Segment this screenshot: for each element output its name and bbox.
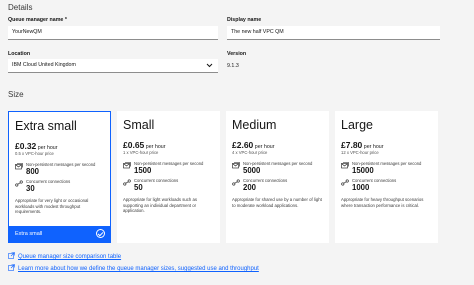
chevron-down-icon: [206, 59, 213, 78]
size-name: Extra small: [15, 119, 77, 133]
location-value: IBM Cloud United Kingdom: [12, 62, 76, 68]
connections-value: 50: [134, 183, 143, 192]
messages-value: 800: [26, 167, 40, 176]
queue-manager-name-input[interactable]: YourNewQM: [8, 26, 218, 40]
size-description: Appropriate for light workloads such as …: [123, 197, 198, 214]
connection-icon: [123, 179, 131, 186]
display-name-value: The new half VPC QM: [231, 29, 284, 35]
launch-icon: [8, 252, 15, 259]
version-label: Version: [227, 51, 247, 57]
envelope-stack-icon: [123, 162, 131, 169]
size-card-large[interactable]: Large £7.80 per hour 12 x VPC-hour price…: [335, 111, 438, 243]
size-description: Appropriate for heavy throughput scenari…: [341, 197, 424, 208]
size-price: £2.60 per hour: [232, 140, 274, 150]
size-card-medium[interactable]: Medium £2.60 per hour 4 x VPC-hour price…: [226, 111, 329, 243]
selected-footer: Extra small: [9, 226, 110, 242]
queue-manager-name-label: Queue manager name *: [8, 17, 67, 23]
connection-icon: [341, 179, 349, 186]
envelope-stack-icon: [341, 162, 349, 169]
connections-value: 30: [26, 184, 35, 193]
size-name: Medium: [232, 118, 277, 132]
size-description: Appropriate for very light or occasional…: [15, 198, 89, 215]
size-price: £0.32 per hour: [15, 141, 57, 151]
vpc-multiplier: 12 x VPC-hour price: [341, 150, 379, 155]
size-name: Large: [341, 118, 373, 132]
vpc-multiplier: 4 x VPC-hour price: [232, 150, 268, 155]
size-card-extra-small[interactable]: Extra small £0.32 per hour 0.5 x VPC-hou…: [8, 111, 111, 243]
size-name: Small: [123, 118, 155, 132]
learn-more-link-text: Learn more about how we define the queue…: [18, 266, 259, 272]
price-value: £0.65: [123, 140, 145, 150]
location-select[interactable]: IBM Cloud United Kingdom: [8, 59, 218, 73]
size-description: Appropriate for shared use by a number o…: [232, 197, 322, 208]
size-price: £7.80 per hour: [341, 140, 383, 150]
learn-more-link[interactable]: Learn more about how we define the queue…: [8, 264, 259, 272]
vpc-multiplier: 1 x VPC-hour price: [123, 150, 159, 155]
connection-icon: [15, 180, 23, 187]
envelope-stack-icon: [232, 162, 240, 169]
envelope-stack-icon: [15, 163, 23, 170]
location-label: Location: [8, 51, 31, 57]
comparison-table-link[interactable]: Queue manager size comparison table: [8, 252, 121, 260]
checkmark-icon: [96, 229, 105, 238]
size-heading: Size: [8, 90, 24, 99]
selected-footer-label: Extra small: [15, 231, 43, 237]
messages-value: 15000: [352, 166, 374, 175]
display-name-label: Display name: [227, 17, 262, 23]
queue-manager-name-value: YourNewQM: [12, 29, 42, 35]
price-value: £7.80: [341, 140, 363, 150]
size-card-small[interactable]: Small £0.65 per hour 1 x VPC-hour price …: [117, 111, 220, 243]
vpc-multiplier: 0.5 x VPC-hour price: [15, 151, 54, 156]
version-value: 9.1.3: [227, 63, 239, 69]
details-heading: Details: [8, 3, 33, 12]
messages-value: 1500: [134, 166, 152, 175]
display-name-input[interactable]: The new half VPC QM: [227, 26, 440, 40]
launch-icon: [8, 264, 15, 271]
connections-value: 200: [243, 183, 257, 192]
messages-value: 5000: [243, 166, 261, 175]
comparison-table-link-text: Queue manager size comparison table: [18, 254, 122, 260]
price-value: £0.32: [15, 141, 37, 151]
size-price: £0.65 per hour: [123, 140, 165, 150]
price-value: £2.60: [232, 140, 254, 150]
connections-value: 1000: [352, 183, 370, 192]
connection-icon: [232, 179, 240, 186]
